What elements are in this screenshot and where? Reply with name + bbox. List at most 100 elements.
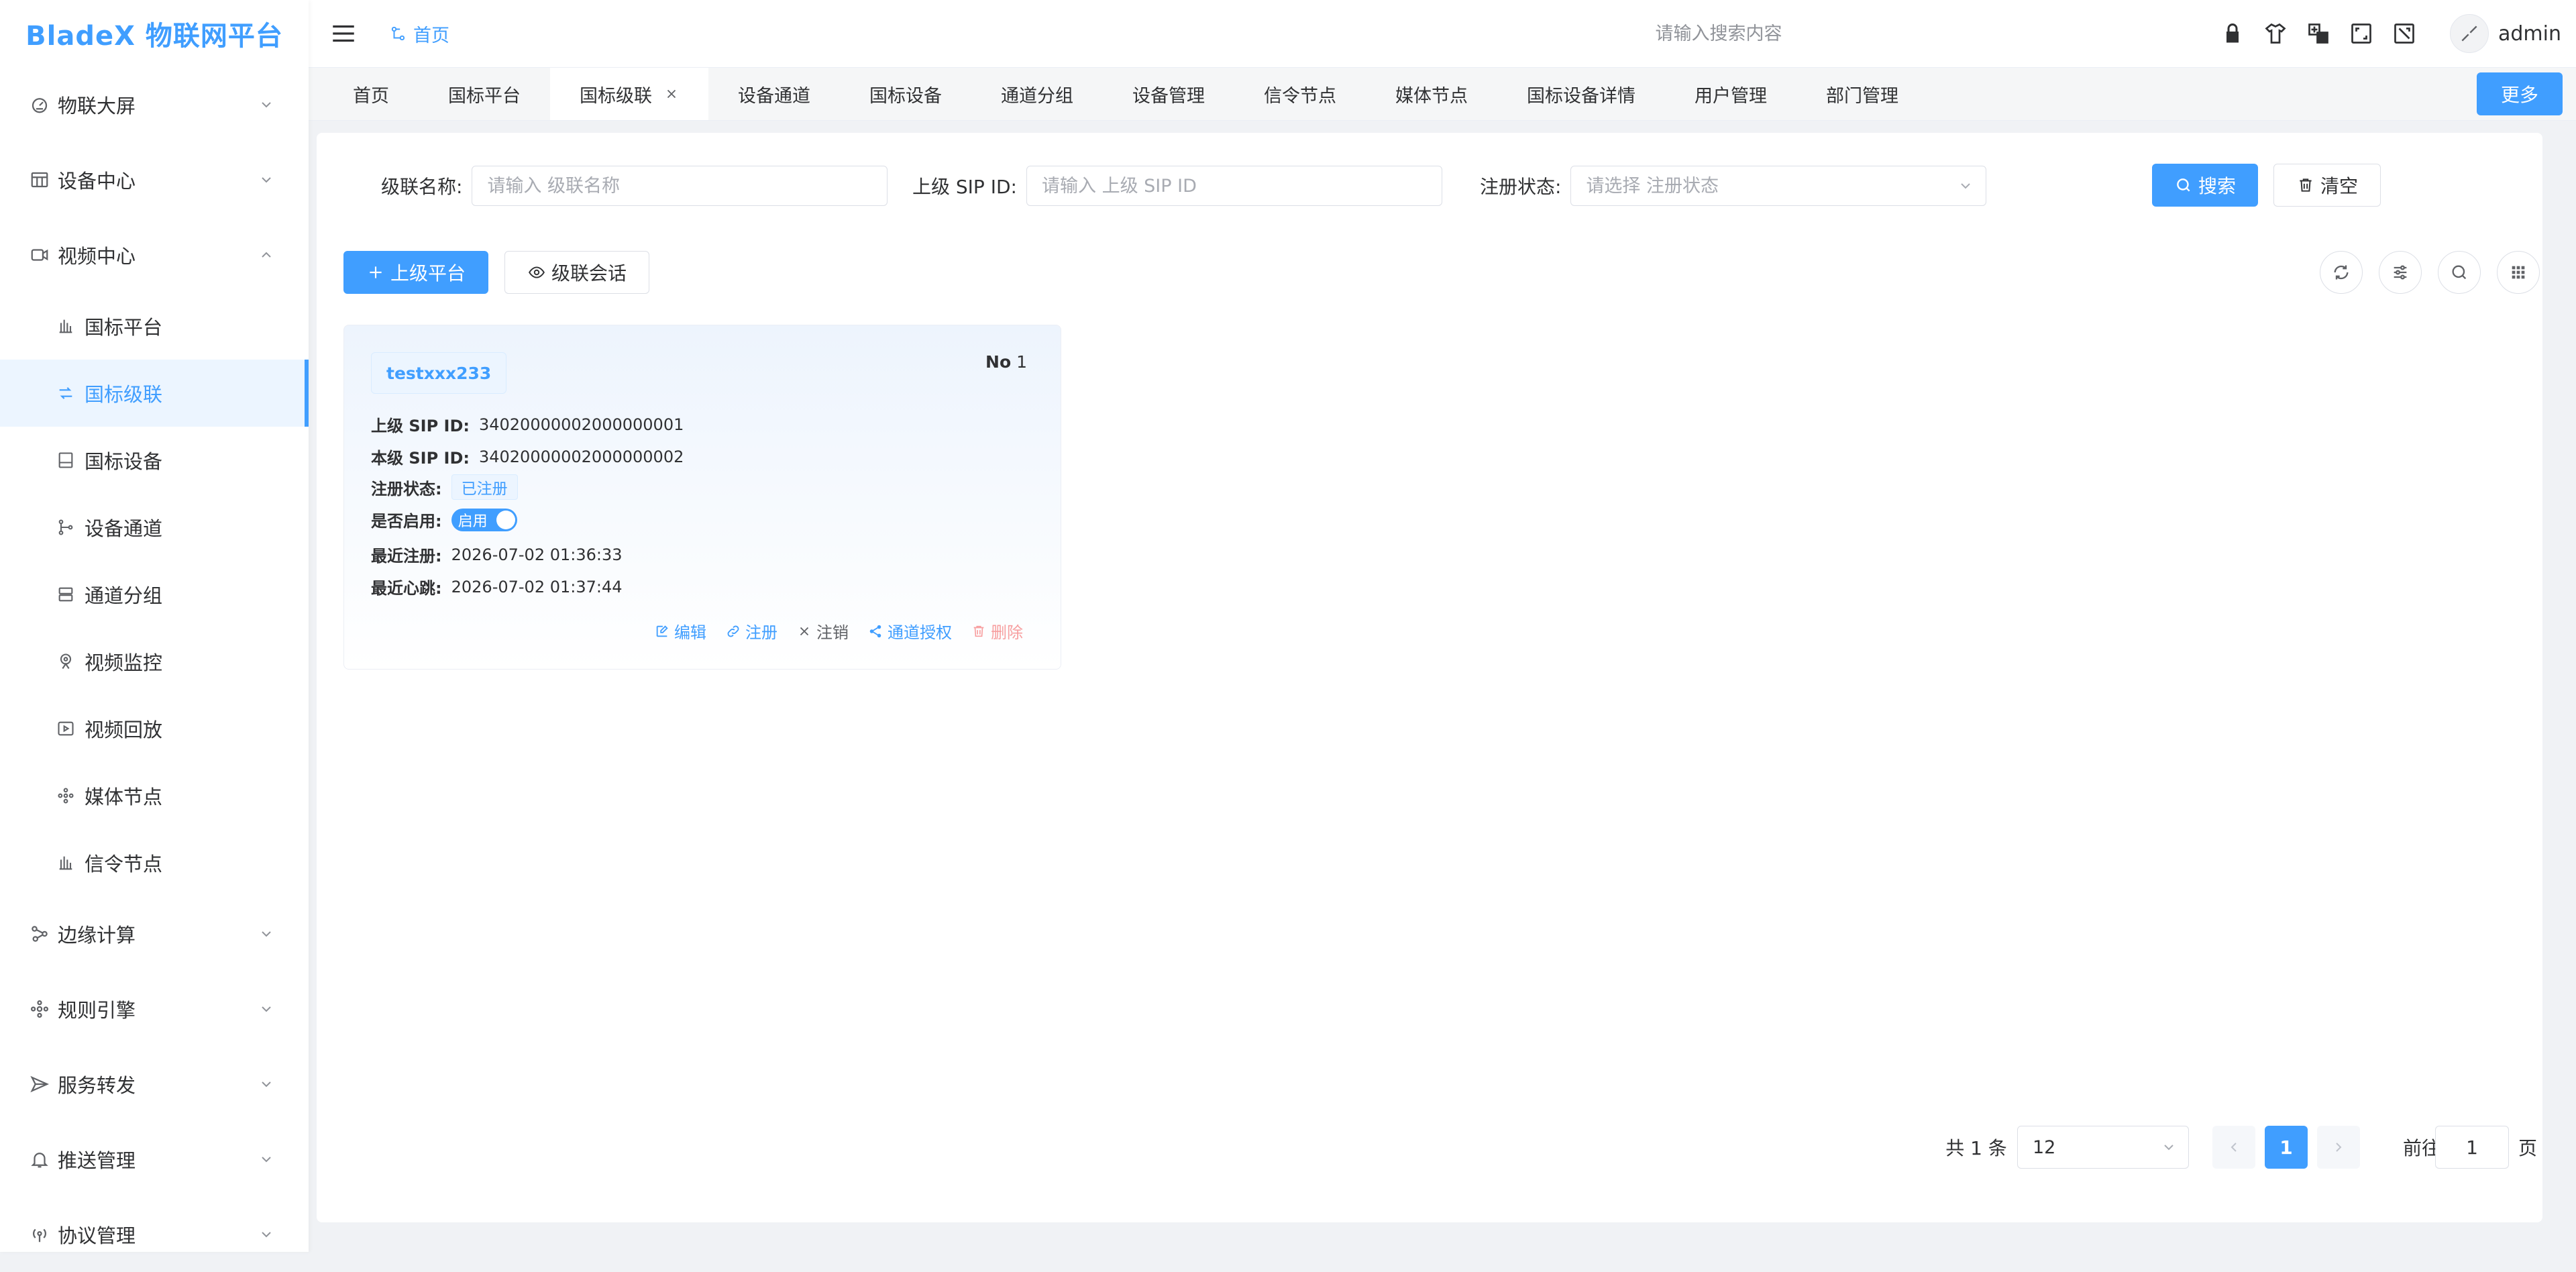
filter-cascade-name: 级联名称: — [381, 164, 888, 207]
edit-button[interactable]: 编辑 — [654, 619, 706, 643]
hamburger-menu-icon[interactable] — [329, 19, 358, 48]
prev-page-button[interactable] — [2212, 1126, 2255, 1169]
unregister-button[interactable]: 注销 — [796, 619, 849, 643]
sidebar-item-iot-screen[interactable]: 物联大屏 — [0, 67, 309, 142]
tab-gb-cascade[interactable]: 国标级联 — [550, 68, 708, 120]
forward-icon — [28, 1073, 51, 1096]
next-page-button[interactable] — [2317, 1126, 2360, 1169]
sidebar-item-label: 推送管理 — [58, 1149, 136, 1172]
close-icon[interactable] — [664, 87, 679, 101]
sidebar-item-label: 边缘计算 — [58, 924, 136, 947]
tab-media-node[interactable]: 媒体节点 — [1366, 68, 1497, 120]
chevron-up-icon — [258, 246, 275, 264]
search-button[interactable]: 搜索 — [2152, 164, 2258, 207]
sidebar-item-device-channel[interactable]: 设备通道 — [0, 494, 309, 561]
grid-view-button[interactable] — [2497, 251, 2540, 294]
more-tabs-button[interactable]: 更多 — [2477, 72, 2563, 115]
sidebar-item-video-monitor[interactable]: 视频监控 — [0, 628, 309, 695]
sidebar-item-rule-engine[interactable]: 规则引擎 — [0, 971, 309, 1047]
channel-authorize-button[interactable]: 通道授权 — [867, 619, 952, 643]
sidebar-item-edge-computing[interactable]: 边缘计算 — [0, 896, 309, 971]
edit-icon — [654, 623, 670, 639]
sidebar-item-gb-device[interactable]: 国标设备 — [0, 427, 309, 494]
channel-icon — [55, 517, 76, 538]
trash-icon — [971, 623, 987, 639]
tab-label: 媒体节点 — [1395, 85, 1468, 107]
close-icon — [796, 623, 812, 639]
column-settings-button[interactable] — [2379, 251, 2422, 294]
tabs: 首页 国标平台 国标级联 设备通道 国标设备 通道分组 设备管理 信令节点 媒体… — [323, 68, 2576, 120]
tab-label: 国标设备 — [869, 85, 942, 107]
header-search-input[interactable] — [1550, 22, 1888, 45]
cascade-session-button[interactable]: 级联会话 — [504, 251, 649, 294]
refresh-button[interactable] — [2320, 251, 2363, 294]
local-sip-row: 本级 SIP ID: 34020000002000000002 — [371, 445, 684, 468]
sidebar-item-service-forward[interactable]: 服务转发 — [0, 1047, 309, 1122]
app-logo: BladeX 物联网平台 — [25, 21, 283, 52]
sidebar-item-push-management[interactable]: 推送管理 — [0, 1122, 309, 1197]
sidebar-item-video-playback[interactable]: 视频回放 — [0, 695, 309, 762]
gb-device-icon — [55, 449, 76, 471]
tab-signal-node[interactable]: 信令节点 — [1234, 68, 1366, 120]
sidebar-item-label: 设备中心 — [58, 170, 136, 193]
register-button[interactable]: 注册 — [725, 619, 777, 643]
cascade-icon — [55, 382, 76, 404]
delete-button[interactable]: 删除 — [971, 619, 1023, 643]
tab-gb-platform[interactable]: 国标平台 — [419, 68, 550, 120]
status-badge: 已注册 — [451, 474, 518, 500]
tab-label: 设备通道 — [738, 85, 810, 107]
lock-icon[interactable] — [2219, 20, 2246, 47]
tab-dept-management[interactable]: 部门管理 — [1796, 68, 1928, 120]
avatar[interactable] — [2450, 14, 2489, 53]
clear-button-label: 清空 — [2320, 175, 2358, 197]
tab-device-channel[interactable]: 设备通道 — [708, 68, 840, 120]
username[interactable]: admin — [2498, 22, 2561, 46]
tab-home[interactable]: 首页 — [323, 68, 419, 120]
screenshot-icon[interactable] — [2391, 20, 2418, 47]
sidebar-item-gb-platform[interactable]: 国标平台 — [0, 293, 309, 360]
sidebar-item-gb-cascade[interactable]: 国标级联 — [0, 360, 309, 427]
add-upper-platform-button[interactable]: 上级平台 — [343, 251, 488, 294]
sidebar-item-channel-group[interactable]: 通道分组 — [0, 561, 309, 628]
chevron-down-icon — [258, 925, 275, 943]
eye-icon — [527, 263, 546, 282]
theme-shirt-icon[interactable] — [2262, 20, 2289, 47]
cascade-name-input[interactable] — [472, 166, 888, 206]
enabled-toggle[interactable]: 启用 — [451, 508, 517, 531]
register-status-label: 注册状态: — [371, 479, 442, 498]
sidebar-item-device-center[interactable]: 设备中心 — [0, 142, 309, 217]
refresh-icon — [2332, 263, 2351, 282]
card-number-value: 1 — [1016, 352, 1027, 372]
page-size-select[interactable]: 12 — [2017, 1126, 2189, 1169]
tab-gb-device-detail[interactable]: 国标设备详情 — [1497, 68, 1665, 120]
filter-settings-icon — [2391, 263, 2410, 282]
tab-device-management[interactable]: 设备管理 — [1103, 68, 1234, 120]
sidebar-item-label: 服务转发 — [58, 1074, 136, 1097]
sidebar-item-label: 国标设备 — [85, 450, 163, 473]
upper-sip-input[interactable] — [1026, 166, 1442, 206]
toggle-search-button[interactable] — [2438, 251, 2481, 294]
goto-page-input[interactable] — [2435, 1126, 2509, 1169]
clear-button[interactable]: 清空 — [2273, 164, 2381, 207]
register-status-select[interactable] — [1570, 166, 1987, 206]
sidebar-item-label: 物联大屏 — [58, 95, 136, 117]
delete-label: 删除 — [991, 623, 1023, 642]
tab-user-management[interactable]: 用户管理 — [1665, 68, 1796, 120]
page-number-current[interactable]: 1 — [2265, 1126, 2308, 1169]
register-status-row: 注册状态: 已注册 — [371, 474, 518, 500]
top-header: 首页 admin — [309, 0, 2576, 67]
sidebar-item-video-center[interactable]: 视频中心 — [0, 217, 309, 293]
fullscreen-icon[interactable] — [2348, 20, 2375, 47]
last-register-row: 最近注册: 2026-07-02 01:36:33 — [371, 543, 623, 566]
breadcrumb[interactable]: 首页 — [389, 21, 449, 47]
sidebar-item-media-node[interactable]: 媒体节点 — [0, 762, 309, 829]
sidebar-item-protocol-management[interactable]: 协议管理 — [0, 1197, 309, 1272]
language-icon[interactable] — [2305, 20, 2332, 47]
tab-gb-device[interactable]: 国标设备 — [840, 68, 971, 120]
register-status-input[interactable] — [1570, 166, 1987, 206]
tab-channel-group[interactable]: 通道分组 — [971, 68, 1103, 120]
link-icon — [725, 623, 741, 639]
filter-label: 注册状态: — [1480, 176, 1562, 198]
sidebar-item-signal-node[interactable]: 信令节点 — [0, 829, 309, 896]
toggle-text: 启用 — [458, 513, 488, 530]
